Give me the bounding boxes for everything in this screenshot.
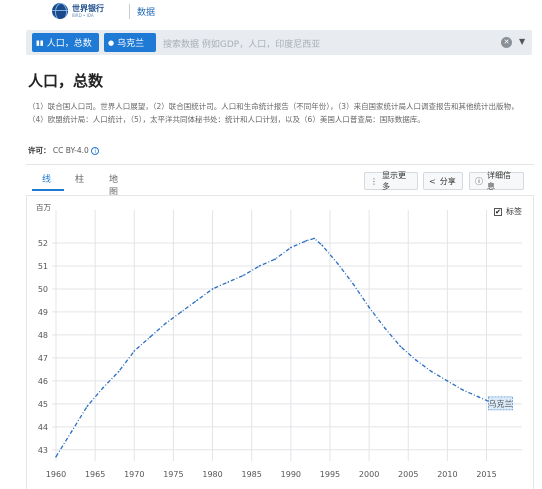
data-point (133, 350, 136, 352)
y-tick-label: 44 (38, 423, 48, 432)
x-tick-label: 1990 (281, 470, 301, 479)
x-tick-label: 1970 (124, 470, 144, 479)
x-tick-label: 2000 (359, 470, 379, 479)
x-tick-label: 2010 (437, 470, 457, 479)
data-point (196, 299, 198, 302)
data-point (477, 396, 480, 398)
series-line (55, 237, 511, 458)
x-tick-label: 1985 (242, 470, 262, 479)
data-point (336, 262, 339, 265)
data-point (149, 336, 151, 339)
data-point (243, 274, 245, 276)
y-tick-label: 47 (38, 354, 48, 363)
x-tick-label: 1960 (46, 470, 66, 479)
data-point (70, 430, 73, 433)
data-point (117, 370, 120, 373)
x-tick-label: 1965 (85, 470, 105, 479)
x-tick-label: 2005 (398, 470, 418, 479)
data-point (258, 265, 261, 267)
series-end-label: 乌克兰 (489, 398, 513, 408)
y-tick-label: 52 (38, 239, 48, 248)
data-point (274, 258, 276, 260)
data-point (321, 244, 323, 247)
data-point (313, 237, 316, 240)
y-tick-label: 49 (38, 308, 48, 317)
data-point (211, 288, 214, 290)
population-line-chart: 43 44 45 46 47 48 49 50 51 52 1960 1965 1970 1975 1980… (38, 210, 522, 479)
x-tick-label: 1975 (163, 470, 183, 479)
y-tick-label: 43 (38, 446, 48, 455)
data-point (102, 386, 104, 389)
data-point (227, 281, 230, 283)
y-tick-label: 45 (38, 400, 48, 409)
y-tick-label: 51 (38, 262, 48, 271)
x-tick-label: 1995 (320, 470, 340, 479)
data-point (86, 405, 89, 407)
data-point (446, 380, 449, 382)
y-tick-label: 46 (38, 377, 48, 386)
y-tick-label: 48 (38, 331, 48, 340)
data-point (305, 239, 308, 242)
y-tick-label: 50 (38, 285, 48, 294)
data-point (415, 359, 417, 361)
x-tick-label: 2015 (476, 470, 496, 479)
data-point (368, 306, 370, 309)
data-point (399, 345, 402, 348)
data-point (290, 246, 292, 249)
data-point (352, 283, 355, 286)
data-point (462, 389, 464, 391)
data-point (164, 322, 167, 325)
data-point (430, 370, 433, 373)
x-tick-label: 1980 (202, 470, 222, 479)
data-point (55, 455, 57, 458)
data-point (180, 311, 183, 313)
data-point (383, 327, 386, 329)
